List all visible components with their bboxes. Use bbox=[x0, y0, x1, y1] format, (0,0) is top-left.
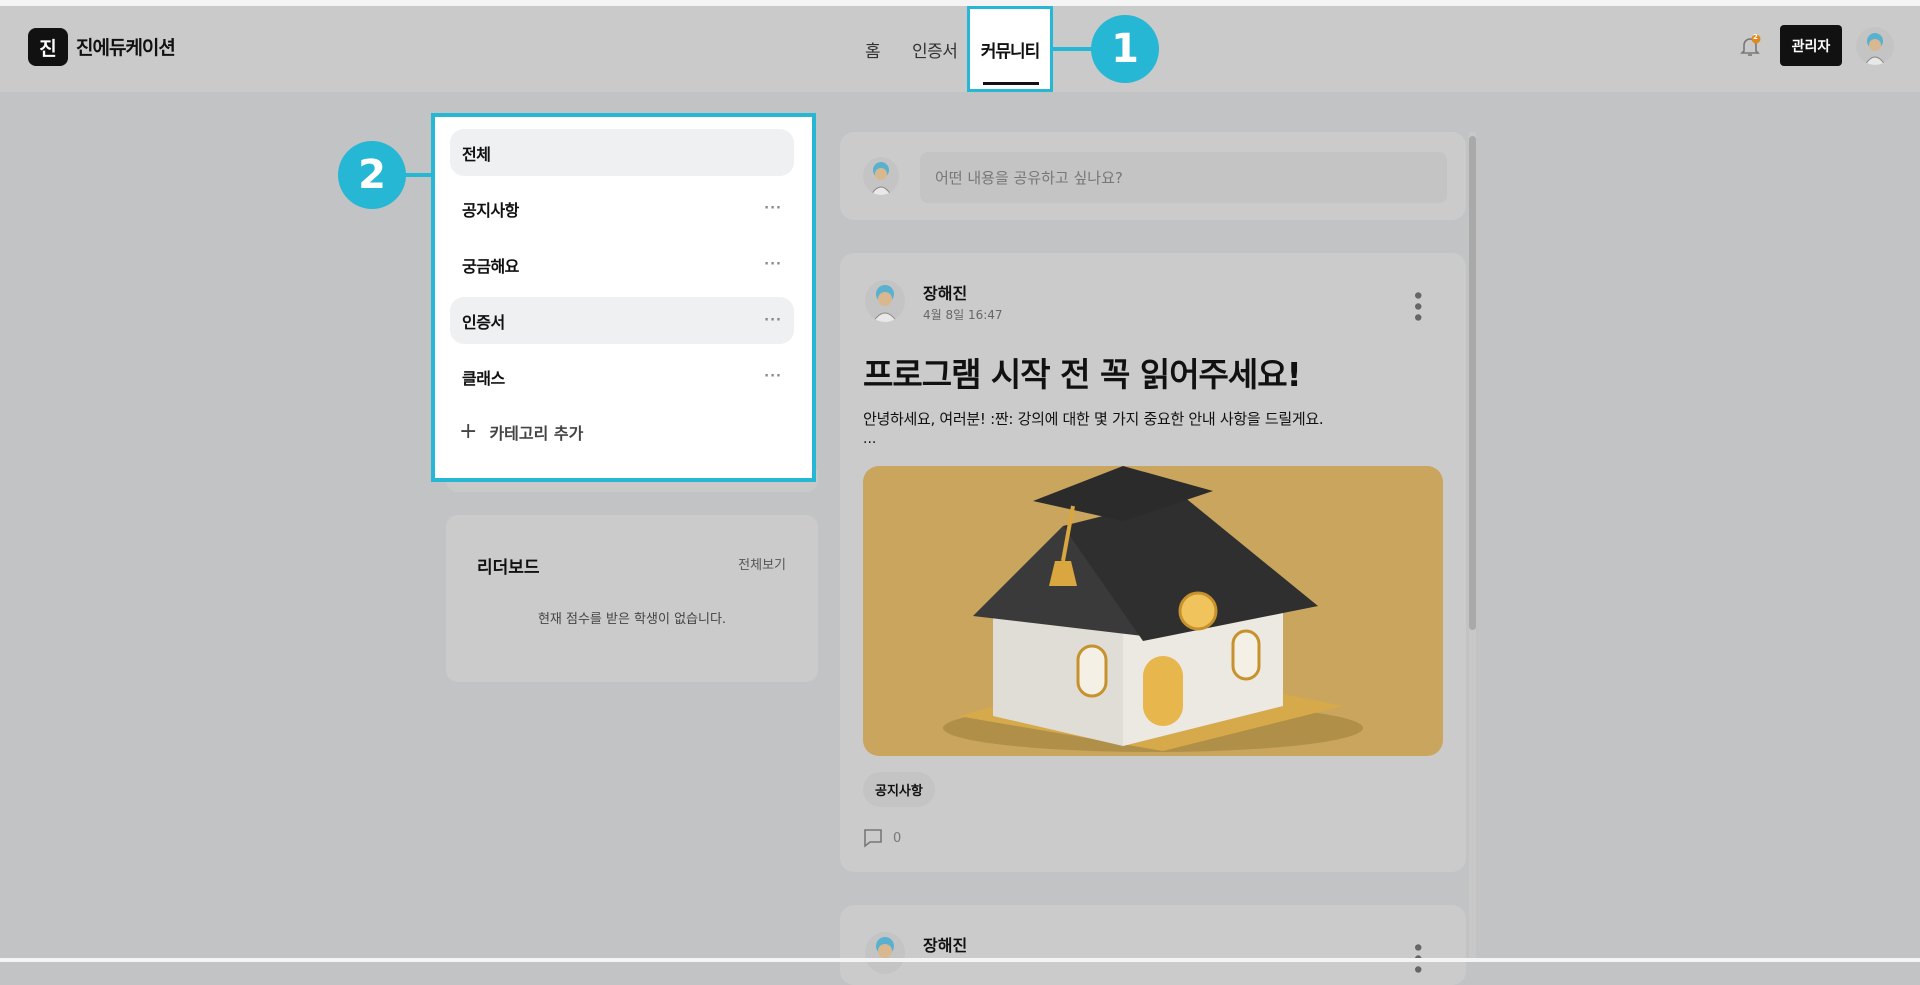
logo-icon[interactable]: 진 bbox=[28, 28, 68, 66]
annotation-connector bbox=[404, 173, 434, 177]
active-tab-indicator bbox=[983, 82, 1039, 85]
category-label: 전체 bbox=[462, 144, 491, 164]
view-all-link[interactable]: 전체보기 bbox=[738, 554, 786, 573]
brand-name[interactable]: 진에듀케이션 bbox=[76, 33, 176, 60]
leaderboard-empty: 현재 점수를 받은 학생이 없습니다. bbox=[537, 612, 727, 627]
annotation-connector bbox=[1053, 47, 1093, 51]
more-icon[interactable]: ··· bbox=[764, 369, 782, 384]
post-category-tag[interactable]: 공지사항 bbox=[863, 772, 935, 807]
nav-certificate[interactable]: 인증서 bbox=[912, 37, 958, 62]
post-composer: 어떤 내용을 공유하고 싶나요? bbox=[840, 132, 1466, 220]
leaderboard-card: 리더보드 전체보기 현재 점수를 받은 학생이 없습니다. bbox=[446, 515, 818, 682]
category-certificate[interactable]: 인증서 ··· bbox=[450, 297, 794, 344]
author-avatar bbox=[865, 932, 905, 974]
nav-community[interactable]: 커뮤니티 bbox=[967, 6, 1053, 92]
post-image bbox=[863, 466, 1443, 756]
category-notice[interactable]: 공지사항 ··· bbox=[450, 185, 794, 232]
post-more-icon[interactable]: ••• bbox=[1404, 289, 1429, 322]
annotation-badge-2: 2 bbox=[338, 141, 406, 209]
nav-home[interactable]: 홈 bbox=[865, 37, 881, 62]
category-all[interactable]: 전체 bbox=[450, 129, 794, 176]
category-questions[interactable]: 궁금해요 ··· bbox=[450, 241, 794, 288]
add-category-button[interactable]: + 카테고리 추가 bbox=[459, 419, 583, 444]
category-panel: 전체 공지사항 ··· 궁금해요 ··· 인증서 ··· 클래스 ··· + 카테고리 추… bbox=[431, 113, 816, 482]
more-icon[interactable]: ··· bbox=[764, 257, 782, 272]
post-card[interactable]: 장해진 4월 8일 16:47 ••• 프로그램 시작 전 꼭 읽어주세요! 안… bbox=[840, 253, 1466, 872]
annotation-badge-1: 1 bbox=[1091, 15, 1159, 83]
leaderboard-title: 리더보드 bbox=[477, 558, 540, 578]
post-date: 4월 8일 16:47 bbox=[923, 308, 1003, 322]
notification-count: 2 bbox=[1753, 33, 1758, 41]
compose-input[interactable]: 어떤 내용을 공유하고 싶나요? bbox=[920, 152, 1447, 203]
category-class[interactable]: 클래스 ··· bbox=[450, 353, 794, 400]
category-label: 궁금해요 bbox=[462, 256, 519, 276]
post-author[interactable]: 장해진 bbox=[923, 932, 967, 956]
category-label: 클래스 bbox=[462, 368, 505, 388]
top-header bbox=[0, 6, 1920, 92]
post-title[interactable]: 프로그램 시작 전 꼭 읽어주세요! bbox=[863, 348, 1302, 396]
scrollbar-thumb[interactable] bbox=[1469, 136, 1476, 630]
window-bottom-edge bbox=[0, 958, 1920, 962]
comment-icon bbox=[864, 829, 882, 848]
post-body: 안녕하세요, 여러분! :짠: 강의에 대한 몇 가지 중요한 안내 사항을 드… bbox=[863, 410, 1324, 428]
category-label: 공지사항 bbox=[462, 200, 519, 220]
post-card[interactable]: 장해진 ••• bbox=[840, 905, 1466, 985]
more-icon[interactable]: ··· bbox=[764, 201, 782, 216]
user-avatar[interactable] bbox=[1856, 27, 1894, 65]
add-category-label: 카테고리 추가 bbox=[489, 423, 584, 443]
more-icon[interactable]: ··· bbox=[764, 313, 782, 328]
author-avatar bbox=[865, 280, 905, 322]
post-author[interactable]: 장해진 bbox=[923, 280, 967, 304]
post-ellipsis: ... bbox=[863, 431, 877, 447]
notification-bell-icon[interactable]: 2 bbox=[1738, 33, 1762, 62]
composer-avatar bbox=[863, 157, 899, 195]
admin-button[interactable]: 관리자 bbox=[1780, 25, 1842, 66]
category-label: 인증서 bbox=[462, 312, 505, 332]
comment-count[interactable]: 0 bbox=[863, 828, 901, 848]
plus-icon: + bbox=[459, 419, 478, 444]
comment-count-value: 0 bbox=[893, 830, 902, 846]
